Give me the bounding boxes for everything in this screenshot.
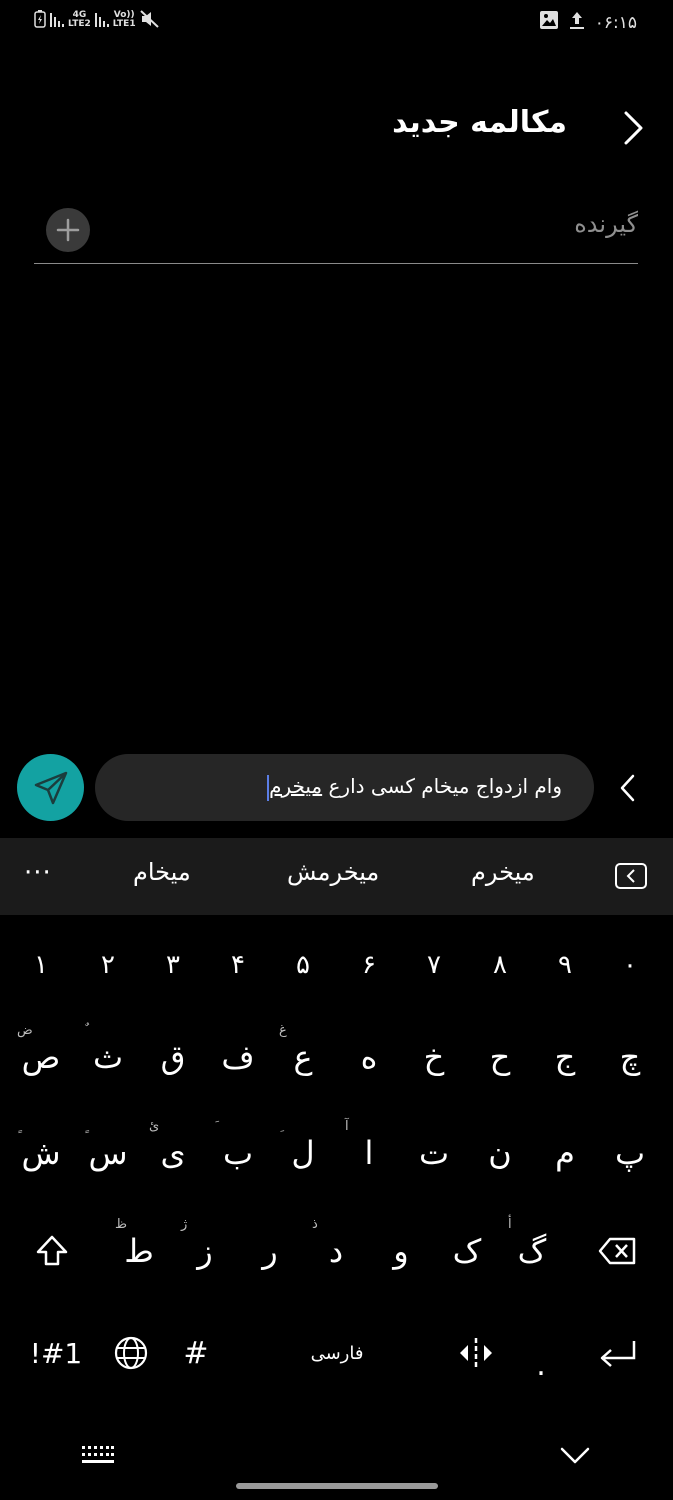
key-letter[interactable]: م	[535, 1113, 595, 1193]
suggestion-1[interactable]: میخام	[133, 858, 191, 886]
key-letter[interactable]: ظط	[109, 1211, 169, 1291]
language-button[interactable]	[101, 1313, 161, 1393]
key-letter[interactable]: ٍش	[11, 1113, 71, 1193]
compose-row: وام ازدواج میخام کسی دارع میخرم	[0, 754, 673, 822]
key-letter[interactable]: چ	[600, 1017, 660, 1097]
clock-time: ۰۶:۱۵	[594, 12, 637, 33]
symbols-button[interactable]: !#1	[26, 1313, 86, 1393]
key-letter[interactable]: ق	[143, 1017, 203, 1097]
key-letter[interactable]: و	[371, 1211, 431, 1291]
composing-word: میخرم	[269, 774, 323, 798]
key-letter[interactable]: ن	[470, 1113, 530, 1193]
backspace-button[interactable]	[588, 1211, 648, 1291]
key-letter[interactable]: ئی	[143, 1113, 203, 1193]
key-letter[interactable]: ت	[404, 1113, 464, 1193]
enter-button[interactable]	[588, 1313, 648, 1393]
suggestion-3[interactable]: میخرم	[471, 858, 535, 886]
key-6[interactable]: ۶	[339, 925, 399, 1005]
key-letter[interactable]: ضص	[11, 1017, 71, 1097]
suggestion-2[interactable]: میخرمش	[287, 858, 379, 886]
key-1[interactable]: ۱	[11, 925, 71, 1005]
number-row: ۱ ۲ ۳ ۴ ۵ ۶ ۷ ۸ ۹ ۰	[0, 925, 673, 1021]
key-3[interactable]: ۳	[143, 925, 203, 1005]
signal-icon	[50, 13, 64, 27]
bottom-row: !#1 # فارسی .	[0, 1313, 673, 1409]
plus-icon	[56, 218, 80, 242]
key-letter[interactable]: غع	[273, 1017, 333, 1097]
cursor-move-icon	[460, 1338, 492, 1368]
more-options-button[interactable]: ···	[24, 858, 52, 888]
upload-icon	[569, 10, 585, 35]
shift-button[interactable]	[22, 1211, 82, 1291]
add-recipient-button[interactable]	[46, 208, 90, 252]
chevron-down-icon	[560, 1447, 590, 1464]
status-icons-left: 4G LTE2 Vo)) LTE1	[34, 10, 160, 30]
keyboard-switch-button[interactable]	[81, 1444, 115, 1470]
letter-row-2: ٍش ٍس ئی َب ِل آا ت ن م پ	[0, 1113, 673, 1209]
space-bar[interactable]: فارسی	[237, 1313, 437, 1393]
letter-row-3: ظط ژز ر ذد و ک ﺃگ	[0, 1211, 673, 1307]
key-5[interactable]: ۵	[273, 925, 333, 1005]
chevron-right-icon	[624, 111, 643, 145]
key-letter[interactable]: آا	[339, 1113, 399, 1193]
network-type-2: Vo)) LTE1	[112, 10, 136, 29]
shift-icon	[36, 1235, 68, 1266]
expand-attachments-button[interactable]	[619, 774, 637, 802]
page-title: مکالمه جدید	[392, 105, 567, 140]
backspace-icon	[598, 1237, 636, 1265]
key-letter[interactable]: ژز	[175, 1211, 235, 1291]
keyboard: ۱ ۲ ۳ ۴ ۵ ۶ ۷ ۸ ۹ ۰ ضص ٌث ق ف غع ه خ ح ج…	[0, 915, 673, 1500]
key-letter[interactable]: ک	[437, 1211, 497, 1291]
header: مکالمه جدید	[0, 95, 673, 159]
status-icons-right: ۰۶:۱۵	[539, 10, 637, 35]
enter-icon	[600, 1341, 636, 1367]
back-button[interactable]	[621, 109, 645, 147]
status-bar: 4G LTE2 Vo)) LTE1 ۰۶:۱۵	[0, 0, 673, 44]
keyboard-toolbar-button[interactable]	[614, 862, 648, 890]
key-letter[interactable]: ذد	[306, 1211, 366, 1291]
period-key[interactable]: .	[511, 1313, 571, 1393]
recipient-input[interactable]	[118, 210, 638, 238]
key-letter[interactable]: ٌث	[78, 1017, 138, 1097]
home-indicator[interactable]	[236, 1483, 438, 1489]
chevron-left-icon	[620, 774, 635, 802]
recipient-row	[34, 200, 638, 264]
letter-row-1: ضص ٌث ق ف غع ه خ ح ج چ	[0, 1017, 673, 1113]
suggestion-bar: ··· میخام میخرمش میخرم	[0, 838, 673, 915]
toolbar-toggle-icon	[615, 863, 647, 889]
key-letter[interactable]: خ	[404, 1017, 464, 1097]
key-0[interactable]: ۰	[600, 925, 660, 1005]
key-8[interactable]: ۸	[470, 925, 530, 1005]
network-type-1: 4G LTE2	[68, 10, 91, 29]
gallery-icon	[539, 10, 559, 35]
key-letter[interactable]: َب	[208, 1113, 268, 1193]
battery-saver-icon	[34, 10, 46, 30]
keyboard-icon	[82, 1446, 114, 1463]
key-letter[interactable]: ج	[535, 1017, 595, 1097]
message-text: وام ازدواج میخام کسی دارع میخرم	[267, 774, 562, 801]
signal-icon	[94, 13, 109, 27]
key-7[interactable]: ۷	[404, 925, 464, 1005]
key-letter[interactable]: ه	[339, 1017, 399, 1097]
key-letter[interactable]: ِل	[273, 1113, 333, 1193]
key-letter[interactable]: ر	[240, 1211, 300, 1291]
message-input[interactable]: وام ازدواج میخام کسی دارع میخرم	[95, 754, 594, 821]
key-9[interactable]: ۹	[535, 925, 595, 1005]
hash-key[interactable]: #	[166, 1313, 226, 1393]
globe-icon	[114, 1336, 148, 1370]
key-letter[interactable]: ٍس	[78, 1113, 138, 1193]
cursor-control-button[interactable]	[446, 1313, 506, 1393]
key-4[interactable]: ۴	[208, 925, 268, 1005]
key-letter[interactable]: ح	[470, 1017, 530, 1097]
key-letter[interactable]: ف	[208, 1017, 268, 1097]
send-button[interactable]	[17, 754, 84, 821]
hide-keyboard-button[interactable]	[560, 1446, 590, 1470]
mute-icon	[139, 10, 160, 30]
key-letter[interactable]: ﺃگ	[502, 1211, 562, 1291]
key-letter[interactable]: پ	[600, 1113, 660, 1193]
send-icon	[34, 771, 67, 804]
key-2[interactable]: ۲	[78, 925, 138, 1005]
keyboard-nav-row	[0, 1432, 673, 1482]
